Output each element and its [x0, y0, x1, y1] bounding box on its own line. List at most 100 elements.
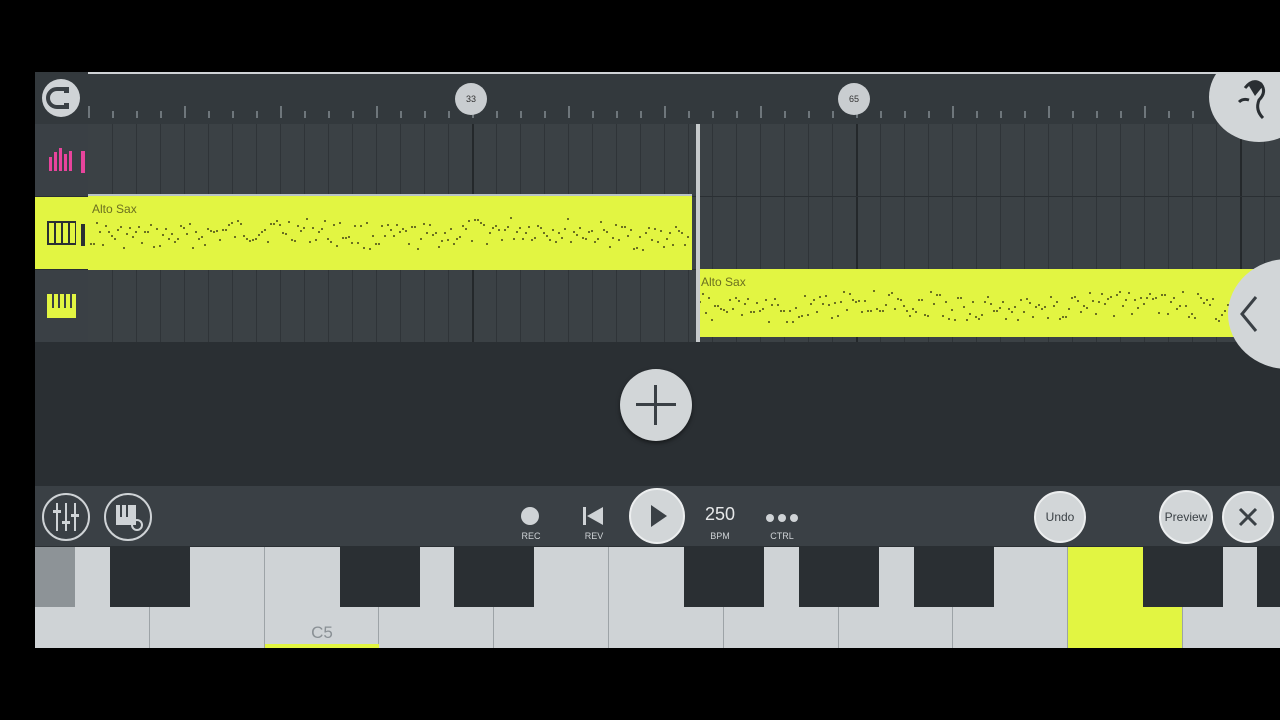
timeline-ruler[interactable]: 33 65: [35, 72, 1280, 124]
track-header-alto-sax-1[interactable]: [35, 197, 88, 270]
note-mark: [639, 236, 641, 238]
note-mark: [594, 241, 596, 243]
side-panel-toggle-button[interactable]: [1228, 259, 1280, 369]
ruler-tick: [832, 111, 834, 118]
note-mark: [132, 236, 134, 238]
note-mark: [180, 225, 182, 227]
note-mark: [1026, 298, 1028, 300]
undo-button[interactable]: Undo: [1034, 491, 1086, 543]
note-mark: [1032, 316, 1034, 318]
black-key[interactable]: [1143, 547, 1223, 607]
note-mark: [450, 228, 452, 230]
note-mark: [588, 231, 590, 233]
bpm-label: BPM: [710, 531, 730, 541]
note-mark: [99, 231, 101, 233]
tempo-value[interactable]: 250: [695, 504, 745, 525]
note-mark: [468, 220, 470, 222]
ruler-tick: [400, 111, 402, 118]
rewind-button[interactable]: [581, 505, 605, 527]
note-mark: [858, 300, 860, 302]
note-mark: [564, 228, 566, 230]
note-mark: [291, 239, 293, 241]
note-mark: [1047, 317, 1049, 319]
ruler-tick: [448, 111, 450, 118]
black-key[interactable]: [799, 547, 879, 607]
ruler-tick: [1072, 111, 1074, 118]
note-mark: [996, 310, 998, 312]
close-button[interactable]: [1222, 491, 1274, 543]
note-mark: [918, 299, 920, 301]
note-mark: [1164, 294, 1166, 296]
note-mark: [747, 298, 749, 300]
note-mark: [1074, 296, 1076, 298]
note-mark: [399, 231, 401, 233]
note-mark: [342, 237, 344, 239]
ruler-tick: [616, 111, 618, 118]
note-mark: [780, 310, 782, 312]
controls-button[interactable]: [765, 510, 799, 522]
note-mark: [1062, 316, 1064, 318]
black-key[interactable]: [1257, 547, 1280, 607]
note-mark: [414, 226, 416, 228]
note-mark: [336, 245, 338, 247]
note-mark: [288, 221, 290, 223]
transport-toolbar: REC REV 250 BPM CTRL Undo Preview: [35, 486, 1280, 546]
note-mark: [207, 228, 209, 230]
black-key[interactable]: [110, 547, 190, 607]
pattern-clip-alto-sax-1[interactable]: Alto Sax: [88, 194, 692, 270]
close-icon: [1238, 507, 1258, 527]
note-mark: [645, 232, 647, 234]
black-key[interactable]: [914, 547, 994, 607]
note-mark: [219, 239, 221, 241]
snap-magnet-button[interactable]: [42, 79, 80, 117]
note-mark: [534, 237, 536, 239]
bar-marker-65[interactable]: 65: [838, 83, 870, 115]
record-button[interactable]: [521, 507, 539, 525]
black-key[interactable]: [684, 547, 764, 607]
fl-logo-menu-button[interactable]: [1209, 72, 1280, 142]
mixer-button[interactable]: [42, 493, 90, 541]
ruler-tick: [664, 106, 666, 118]
bar-marker-33[interactable]: 33: [455, 83, 487, 115]
preview-button[interactable]: Preview: [1159, 490, 1213, 544]
note-mark: [384, 235, 386, 237]
note-mark: [636, 247, 638, 249]
note-mark: [1140, 297, 1142, 299]
note-mark: [543, 232, 545, 234]
note-mark: [540, 227, 542, 229]
note-mark: [1215, 318, 1217, 320]
note-mark: [720, 308, 722, 310]
note-mark: [927, 315, 929, 317]
play-button[interactable]: [629, 488, 685, 544]
channel-settings-button[interactable]: [104, 493, 152, 541]
note-mark: [537, 225, 539, 227]
track-header-alto-sax-2[interactable]: [35, 270, 88, 343]
note-mark: [855, 301, 857, 303]
note-mark: [672, 244, 674, 246]
note-mark: [879, 310, 881, 312]
playlist-grid[interactable]: Alto Sax Alto Sax: [88, 124, 1280, 342]
note-mark: [1179, 305, 1181, 307]
note-mark: [1128, 292, 1130, 294]
note-mark: [165, 228, 167, 230]
note-mark: [1041, 308, 1043, 310]
note-mark: [117, 229, 119, 231]
ruler-tick: [88, 106, 90, 118]
piano-keyboard[interactable]: C5: [35, 547, 1280, 648]
ruler-tick: [568, 106, 570, 118]
note-mark: [525, 232, 527, 234]
note-mark: [558, 232, 560, 234]
pattern-clip-alto-sax-2[interactable]: Alto Sax: [697, 269, 1280, 337]
black-key[interactable]: [340, 547, 420, 607]
note-mark: [663, 246, 665, 248]
track-header-automation[interactable]: [35, 124, 88, 197]
note-mark: [339, 222, 341, 224]
black-key[interactable]: [454, 547, 534, 607]
ruler-tick: [1192, 111, 1194, 118]
playhead[interactable]: [696, 124, 700, 342]
note-mark: [561, 237, 563, 239]
note-mark: [1131, 313, 1133, 315]
note-mark: [666, 238, 668, 240]
add-track-button[interactable]: [620, 369, 692, 441]
note-mark: [771, 304, 773, 306]
